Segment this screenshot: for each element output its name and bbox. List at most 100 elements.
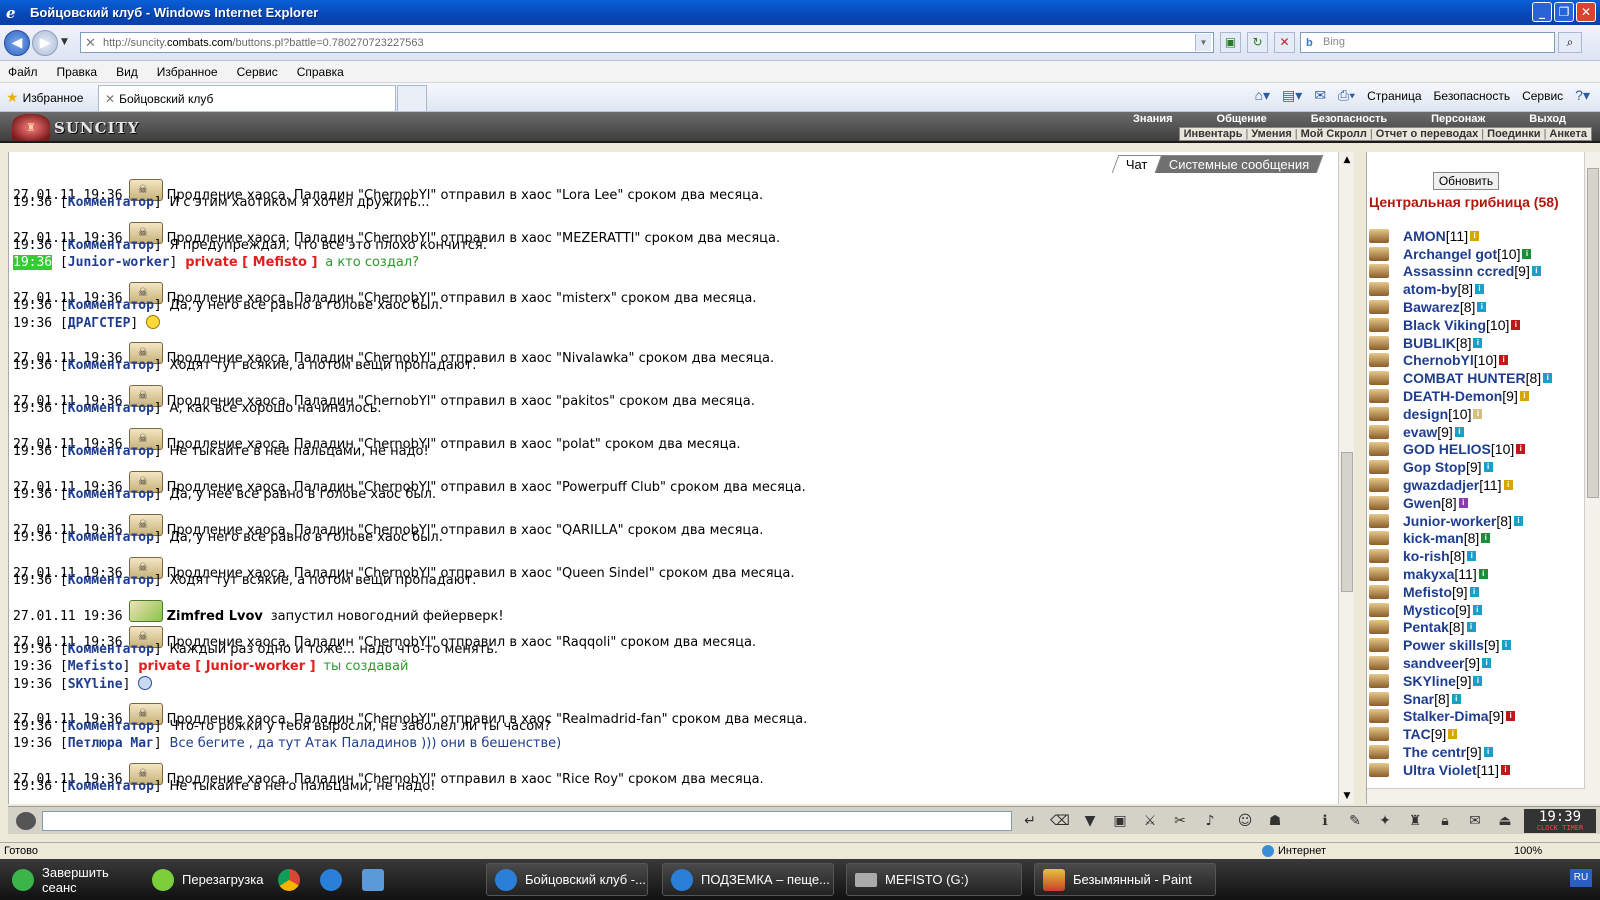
private-message-icon[interactable]: [1369, 442, 1389, 457]
private-message-icon[interactable]: [1369, 513, 1389, 528]
user-name[interactable]: DEATH-Demon: [1403, 388, 1502, 404]
user-info-icon[interactable]: i: [1482, 658, 1492, 669]
taskbar-window-2[interactable]: ПОДЗЕМКА – пеще...: [662, 863, 834, 896]
chat-scrollbar[interactable]: ▲ ▼: [1338, 152, 1354, 804]
nick-link[interactable]: SKYline: [68, 677, 123, 692]
user-info-icon[interactable]: i: [1467, 551, 1477, 562]
private-message-icon[interactable]: [1369, 246, 1389, 261]
private-message-icon[interactable]: [1369, 620, 1389, 635]
user-info-icon[interactable]: i: [1470, 230, 1480, 241]
private-tag[interactable]: private [ Mefisto ]: [185, 255, 317, 270]
language-indicator[interactable]: RU: [1570, 869, 1592, 887]
user-name[interactable]: Assassinn ccred: [1403, 263, 1514, 279]
nick-link[interactable]: Комментатор: [68, 487, 154, 502]
user-info-icon[interactable]: i: [1500, 764, 1510, 775]
user-info-icon[interactable]: i: [1519, 391, 1529, 402]
feeds-icon[interactable]: ▤▾: [1282, 87, 1302, 104]
nick-link[interactable]: Комментатор: [68, 642, 154, 657]
menu-my-scroll[interactable]: Мой Скролл: [1301, 128, 1367, 140]
cmd-page[interactable]: Страница: [1367, 89, 1421, 103]
exit-icon[interactable]: ⏏: [1493, 810, 1517, 832]
private-message-icon[interactable]: [1369, 709, 1389, 724]
magic-icon[interactable]: ✦: [1373, 810, 1397, 832]
private-message-icon[interactable]: [1369, 389, 1389, 404]
private-message-icon[interactable]: [1369, 638, 1389, 653]
user-name[interactable]: Gop Stop: [1403, 459, 1466, 475]
private-message-icon[interactable]: [1369, 531, 1389, 546]
private-message-icon[interactable]: [1369, 673, 1389, 688]
user-name[interactable]: gwazdadjer: [1403, 477, 1479, 493]
private-message-icon[interactable]: [1369, 478, 1389, 493]
close-button[interactable]: ✕: [1576, 2, 1596, 22]
logoff-button[interactable]: Завершить сеанс: [4, 863, 144, 896]
nick-link[interactable]: Комментатор: [68, 719, 154, 734]
user-name[interactable]: Junior-worker: [1403, 513, 1496, 529]
back-button[interactable]: ◀: [4, 30, 30, 56]
new-tab-button[interactable]: [397, 85, 427, 111]
search-icon[interactable]: ⌕: [1558, 32, 1582, 53]
user-name[interactable]: TAC: [1403, 726, 1431, 742]
user-info-icon[interactable]: i: [1472, 604, 1482, 615]
refresh-button[interactable]: Обновить: [1433, 172, 1499, 190]
user-info-icon[interactable]: i: [1469, 586, 1479, 597]
private-message-icon[interactable]: [1369, 584, 1389, 599]
clear-icon[interactable]: ⌫: [1048, 810, 1072, 832]
search-input[interactable]: b Bing: [1300, 32, 1555, 53]
user-name[interactable]: COMBAT HUNTER: [1403, 370, 1526, 386]
menu-file[interactable]: Файл: [8, 65, 38, 79]
menu-view[interactable]: Вид: [116, 65, 138, 79]
user-name[interactable]: ChernobYl: [1403, 352, 1474, 368]
user-info-icon[interactable]: i: [1503, 480, 1513, 491]
stop-icon[interactable]: ✕: [1274, 32, 1295, 53]
nick-link[interactable]: Комментатор: [68, 779, 154, 794]
cmd-safety[interactable]: Безопасность: [1434, 89, 1511, 103]
menu-transfers[interactable]: Отчет о переводах: [1376, 128, 1479, 140]
private-message-icon[interactable]: [1369, 762, 1389, 777]
app-launcher[interactable]: [354, 863, 384, 896]
fight-icon[interactable]: ⚔: [1138, 810, 1162, 832]
menu-edit[interactable]: Правка: [57, 65, 98, 79]
menu-communication[interactable]: Общение: [1195, 113, 1289, 125]
user-name[interactable]: Snar: [1403, 691, 1434, 707]
menu-tools[interactable]: Сервис: [237, 65, 278, 79]
private-message-icon[interactable]: [1369, 691, 1389, 706]
nick-link[interactable]: Петлюра Маг: [68, 736, 154, 751]
private-message-icon[interactable]: [1369, 335, 1389, 350]
chat-input[interactable]: [42, 811, 1012, 831]
smiles-icon[interactable]: ☺: [1233, 810, 1257, 832]
armor-icon[interactable]: ♜: [1403, 810, 1427, 832]
taskbar-window-3[interactable]: MEFISTO (G:): [846, 863, 1022, 896]
user-info-icon[interactable]: i: [1481, 533, 1491, 544]
nick-link[interactable]: ДРАГСТЕР: [68, 316, 131, 331]
user-name[interactable]: Archangel got: [1403, 246, 1497, 262]
favorites-button[interactable]: ★ Избранное: [6, 89, 83, 106]
refresh-icon[interactable]: ↻: [1247, 32, 1268, 53]
taskbar-window-1[interactable]: Бойцовский клуб -...: [486, 863, 648, 896]
minimize-button[interactable]: _: [1532, 2, 1552, 22]
user-info-icon[interactable]: i: [1458, 497, 1468, 508]
private-message-icon[interactable]: [1369, 727, 1389, 742]
address-bar[interactable]: ✕ http://suncity. combats.com/buttons.pl?…: [80, 32, 1214, 53]
scroll-down-icon[interactable]: ▼: [1340, 789, 1354, 803]
chrome-launcher[interactable]: [270, 863, 300, 896]
nick-link[interactable]: Mefisto: [68, 659, 123, 674]
nick-link[interactable]: Комментатор: [68, 444, 154, 459]
scroll-thumb[interactable]: [1587, 168, 1599, 498]
mail-icon[interactable]: ✉: [1314, 87, 1326, 104]
user-name[interactable]: Ultra Violet: [1403, 762, 1477, 778]
zoom-level[interactable]: 100%: [1514, 845, 1542, 857]
private-message-icon[interactable]: [1369, 745, 1389, 759]
info-icon[interactable]: ℹ: [1313, 810, 1337, 832]
user-info-icon[interactable]: i: [1477, 302, 1487, 313]
user-name[interactable]: Bawarez: [1403, 299, 1460, 315]
home-icon[interactable]: ⌂▾: [1255, 87, 1270, 104]
private-message-icon[interactable]: [1369, 371, 1389, 386]
menu-profile[interactable]: Анкета: [1549, 128, 1587, 140]
user-name[interactable]: GOD HELIOS: [1403, 441, 1491, 457]
user-info-icon[interactable]: i: [1475, 284, 1485, 295]
nick-link[interactable]: Комментатор: [68, 298, 154, 313]
user-name[interactable]: evaw: [1403, 424, 1437, 440]
private-message-icon[interactable]: [1369, 228, 1389, 243]
user-name[interactable]: Gwen: [1403, 495, 1441, 511]
private-message-icon[interactable]: [1369, 424, 1389, 439]
